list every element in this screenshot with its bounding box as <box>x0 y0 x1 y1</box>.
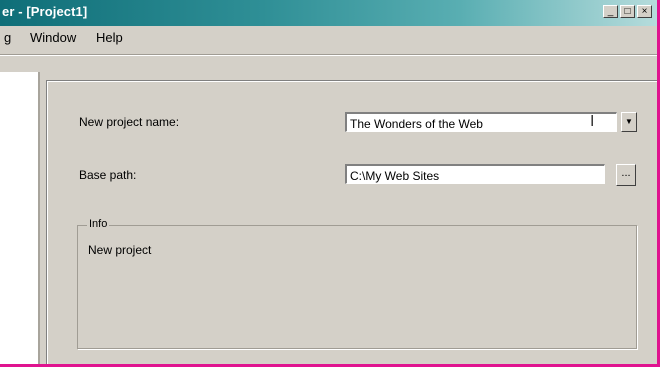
menu-item-help[interactable]: Help <box>96 30 123 45</box>
title-bar[interactable]: er - [Project1] _ □ × <box>0 0 657 26</box>
menu-item-window[interactable]: Window <box>30 30 76 45</box>
menu-bar: g Window Help <box>0 27 657 49</box>
pane-divider[interactable] <box>38 72 40 364</box>
info-groupbox <box>77 225 637 349</box>
project-tree-pane[interactable] <box>0 72 39 364</box>
project-name-dropdown-button[interactable]: ▼ <box>621 112 637 132</box>
application-window: er - [Project1] _ □ × g Window Help New … <box>0 0 660 367</box>
project-name-label: New project name: <box>79 115 180 129</box>
new-project-panel: New project name: The Wonders of the Web… <box>46 80 657 364</box>
menu-item-partial[interactable]: g <box>4 30 11 45</box>
menu-separator <box>0 54 657 56</box>
base-path-input[interactable]: C:\My Web Sites <box>345 164 605 184</box>
base-path-label: Base path: <box>79 168 137 182</box>
window-title: er - [Project1] <box>2 4 88 19</box>
minimize-button[interactable]: _ <box>603 5 618 18</box>
info-legend: Info <box>87 218 110 230</box>
maximize-button[interactable]: □ <box>620 5 635 18</box>
close-button[interactable]: × <box>637 5 652 18</box>
text-cursor-icon: I <box>590 112 595 130</box>
window-controls: _ □ × <box>603 5 652 18</box>
chevron-down-icon: ▼ <box>625 117 633 126</box>
browse-button[interactable]: ... <box>616 164 636 186</box>
info-text: New project <box>88 243 152 257</box>
project-name-input[interactable]: The Wonders of the Web <box>345 112 617 132</box>
